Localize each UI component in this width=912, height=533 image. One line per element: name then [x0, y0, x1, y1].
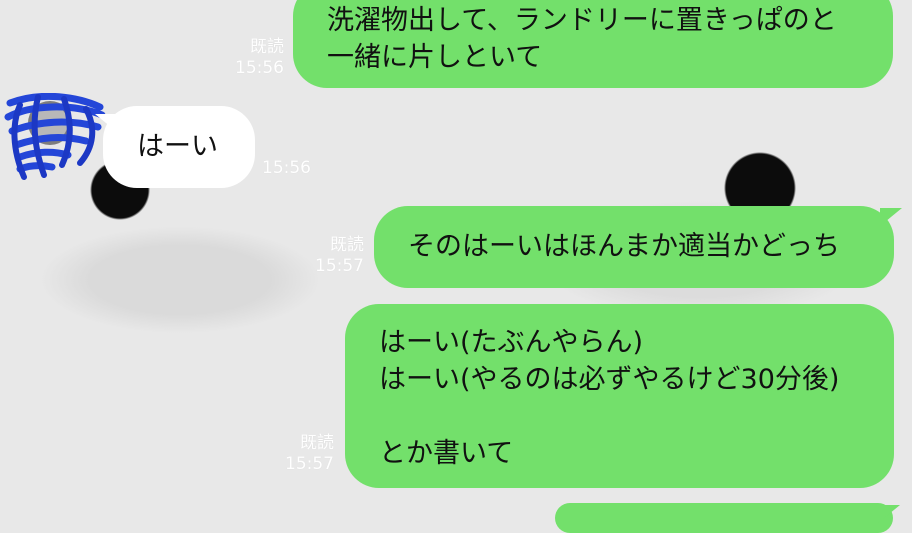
read-receipt-label: 既読: [330, 235, 364, 255]
message-bubble[interactable]: はーい(たぶんやらん) はーい(やるのは必ずやるけど30分後) とか書いて: [345, 304, 894, 488]
message-meta: 既読 15:56: [226, 37, 284, 79]
message-line: はーい(たぶんやらん): [379, 327, 644, 358]
message-time: 15:56: [235, 58, 284, 78]
message-bubble[interactable]: 洗濯物出して、ランドリーに置きっぱのと 一緒に片しといて: [293, 0, 893, 88]
read-receipt-label: 既読: [300, 433, 334, 453]
avatar-scribble-icon: [4, 92, 106, 180]
message-bubble[interactable]: そのはーいはほんまか適当かどっち: [374, 206, 894, 288]
message-time: 15:56: [262, 158, 311, 178]
message-line: 一緒に片しといて: [327, 42, 543, 73]
message-line: はーい: [137, 131, 218, 162]
message-bubble-partial[interactable]: [555, 503, 893, 533]
read-receipt-label: 既読: [250, 37, 284, 57]
message-meta: 既読 15:57: [276, 433, 334, 475]
message-line: [379, 398, 870, 435]
message-meta: 15:56: [262, 158, 320, 179]
message-bubble[interactable]: はーい: [103, 106, 255, 188]
message-line: はーい(やるのは必ずやるけど30分後): [379, 364, 840, 395]
message-time: 15:57: [285, 454, 334, 474]
message-meta: 既読 15:57: [306, 235, 364, 277]
message-line: とか書いて: [379, 438, 514, 469]
avatar[interactable]: [2, 92, 106, 193]
message-line: 洗濯物出して、ランドリーに置きっぱのと: [327, 5, 837, 36]
message-time: 15:57: [315, 256, 364, 276]
message-line: そのはーいはほんまか適当かどっち: [408, 231, 840, 262]
